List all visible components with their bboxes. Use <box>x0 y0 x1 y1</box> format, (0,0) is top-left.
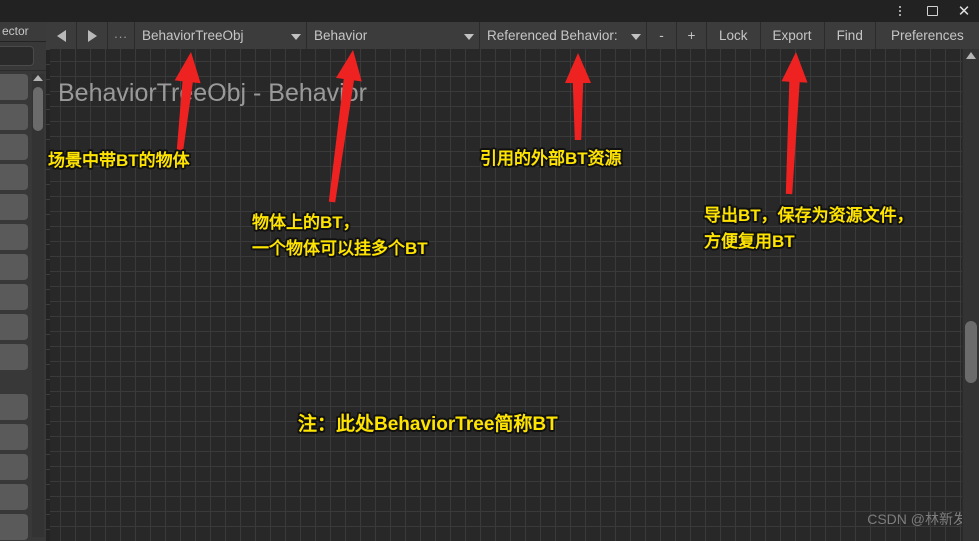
watermark: CSDN @林新发 <box>867 511 967 527</box>
inspector-row-list <box>0 74 34 541</box>
referenced-behavior-dropdown[interactable]: Referenced Behavior: <box>480 22 647 49</box>
list-item[interactable] <box>0 484 28 510</box>
more-options-icon[interactable] <box>891 2 909 20</box>
window-controls: ✕ <box>891 0 973 22</box>
arrow-left-icon <box>56 29 66 42</box>
scrollbar-thumb[interactable] <box>965 321 977 383</box>
remove-behavior-button[interactable]: - <box>647 22 677 49</box>
list-item[interactable] <box>0 394 28 420</box>
preferences-button[interactable]: Preferences <box>876 22 979 49</box>
list-item[interactable] <box>0 134 28 160</box>
list-item[interactable] <box>0 74 28 100</box>
chevron-down-icon <box>464 33 474 40</box>
scrollbar-thumb[interactable] <box>33 87 43 131</box>
tab-inspector[interactable]: ector <box>2 24 29 38</box>
behavior-dropdown[interactable]: Behavior <box>307 22 480 49</box>
forward-button[interactable] <box>77 22 108 49</box>
behavior-designer-toolbar: ... BehaviorTreeObj Behavior Referenced … <box>46 22 979 50</box>
add-behavior-button[interactable]: + <box>677 22 707 49</box>
inspector-scrollbar[interactable] <box>32 74 44 537</box>
behavior-tree-canvas[interactable]: BehaviorTreeObj - Behavior CSDN @林新发 <box>46 49 979 541</box>
list-item[interactable] <box>0 104 28 130</box>
arrow-right-icon <box>87 29 97 42</box>
behavior-designer-pane: ... BehaviorTreeObj Behavior Referenced … <box>46 22 979 541</box>
chevron-down-icon <box>291 33 301 40</box>
page-title: BehaviorTreeObj - Behavior <box>58 79 367 107</box>
more-button[interactable]: ... <box>108 22 135 49</box>
list-item[interactable] <box>0 344 28 370</box>
scroll-up-icon[interactable] <box>33 75 43 81</box>
list-item[interactable] <box>0 514 28 540</box>
list-item[interactable] <box>0 424 28 450</box>
behavior-designer-window: ✕ ector ... BehaviorTreeObj Behavior Ref… <box>0 0 979 541</box>
inspector-header-field[interactable] <box>0 46 34 66</box>
object-dropdown-value: BehaviorTreeObj <box>142 28 244 43</box>
window-titlebar: ✕ <box>0 0 979 22</box>
scroll-up-icon[interactable] <box>966 52 976 59</box>
find-button[interactable]: Find <box>825 22 876 49</box>
close-icon[interactable]: ✕ <box>955 2 973 20</box>
maximize-icon[interactable] <box>923 2 941 20</box>
object-dropdown[interactable]: BehaviorTreeObj <box>135 22 307 49</box>
list-item[interactable] <box>0 284 28 310</box>
list-item[interactable] <box>0 224 28 250</box>
export-button[interactable]: Export <box>761 22 825 49</box>
list-item[interactable] <box>0 314 28 340</box>
referenced-behavior-value: Referenced Behavior: <box>487 28 618 43</box>
list-item[interactable] <box>0 194 28 220</box>
canvas-left-ruler <box>46 49 50 541</box>
lock-button[interactable]: Lock <box>707 22 761 49</box>
list-item[interactable] <box>0 164 28 190</box>
behavior-dropdown-value: Behavior <box>314 28 368 43</box>
chevron-down-icon <box>631 33 641 40</box>
inspector-divider <box>0 70 46 71</box>
canvas-scrollbar[interactable] <box>962 49 979 541</box>
list-item[interactable] <box>0 454 28 480</box>
inspector-tabbar: ector <box>0 22 46 42</box>
list-item[interactable] <box>0 254 28 280</box>
back-button[interactable] <box>46 22 77 49</box>
inspector-panel: ector <box>0 22 46 541</box>
